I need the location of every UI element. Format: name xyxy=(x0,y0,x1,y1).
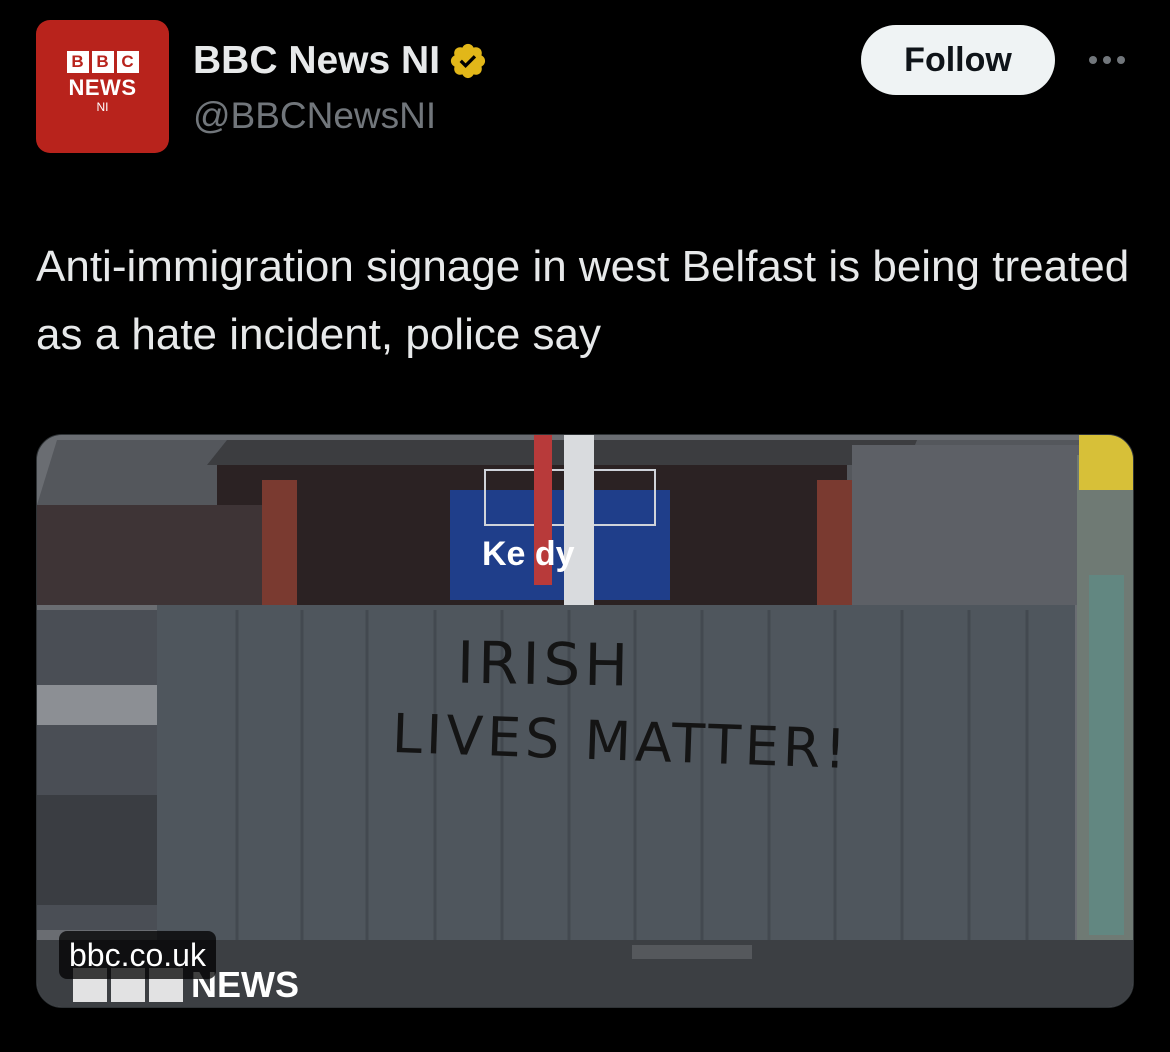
avatar-region-text: NI xyxy=(96,100,109,114)
link-source-label[interactable]: bbc.co.uk xyxy=(59,931,216,979)
more-dot xyxy=(1089,56,1097,64)
account-handle[interactable]: @BBCNewsNI xyxy=(193,94,436,138)
bbc-block-c: C xyxy=(116,51,139,73)
follow-button[interactable]: Follow xyxy=(861,25,1055,95)
graffiti-line-1: IRISH xyxy=(456,628,633,700)
more-dot xyxy=(1117,56,1125,64)
more-dot xyxy=(1103,56,1111,64)
bbc-block-b2: B xyxy=(91,51,114,73)
name-row: BBC News NI xyxy=(193,38,488,84)
tweet-text: Anti-immigration signage in west Belfast… xyxy=(36,242,1130,359)
more-options-icon[interactable] xyxy=(1082,40,1132,80)
display-name[interactable]: BBC News NI xyxy=(193,38,440,84)
bbc-block-b1: B xyxy=(66,51,89,73)
tweet-media-image[interactable]: Ke dy IRISH LIVES MATTER! NEWS bbc.co.uk xyxy=(36,434,1134,1008)
bbc-logo-blocks: B B C xyxy=(66,51,139,73)
avatar[interactable]: B B C NEWS NI xyxy=(36,20,169,153)
tweet-header: B B C NEWS NI BBC News NI @BBCNewsNI Fol… xyxy=(0,0,1170,180)
avatar-news-text: NEWS xyxy=(68,75,137,100)
shop-sign-text: Ke dy xyxy=(482,535,575,573)
verified-badge-icon[interactable] xyxy=(448,41,488,81)
